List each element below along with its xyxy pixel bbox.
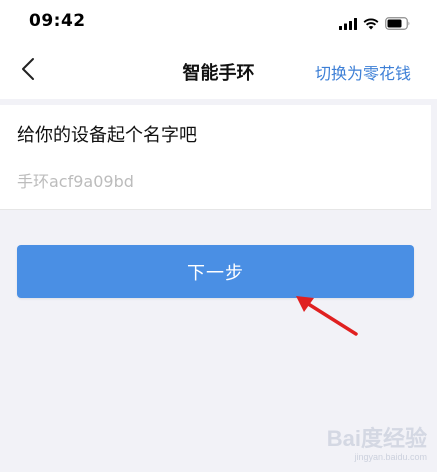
status-icons xyxy=(339,15,411,34)
wifi-icon xyxy=(363,15,379,34)
device-name-card: 给你的设备起个名字吧 xyxy=(0,105,431,210)
device-name-input[interactable] xyxy=(17,167,397,195)
status-bar: 09:42 xyxy=(0,0,437,44)
arrow-annotation xyxy=(290,292,362,344)
status-time: 09:42 xyxy=(29,11,86,31)
watermark: Bai度经验 jingyan.baidu.com xyxy=(326,426,427,463)
signal-icon xyxy=(339,15,357,34)
device-name-label: 给你的设备起个名字吧 xyxy=(17,125,197,146)
watermark-url: jingyan.baidu.com xyxy=(354,452,427,462)
watermark-logo: Bai度经验 xyxy=(326,426,427,451)
switch-to-pocket-money-link[interactable]: 切换为零花钱 xyxy=(315,60,411,84)
chevron-left-icon xyxy=(21,57,35,85)
battery-icon xyxy=(385,15,411,34)
nav-bar: 智能手环 切换为零花钱 xyxy=(0,44,437,99)
next-button[interactable]: 下一步 xyxy=(17,245,414,298)
back-button[interactable] xyxy=(14,57,42,85)
